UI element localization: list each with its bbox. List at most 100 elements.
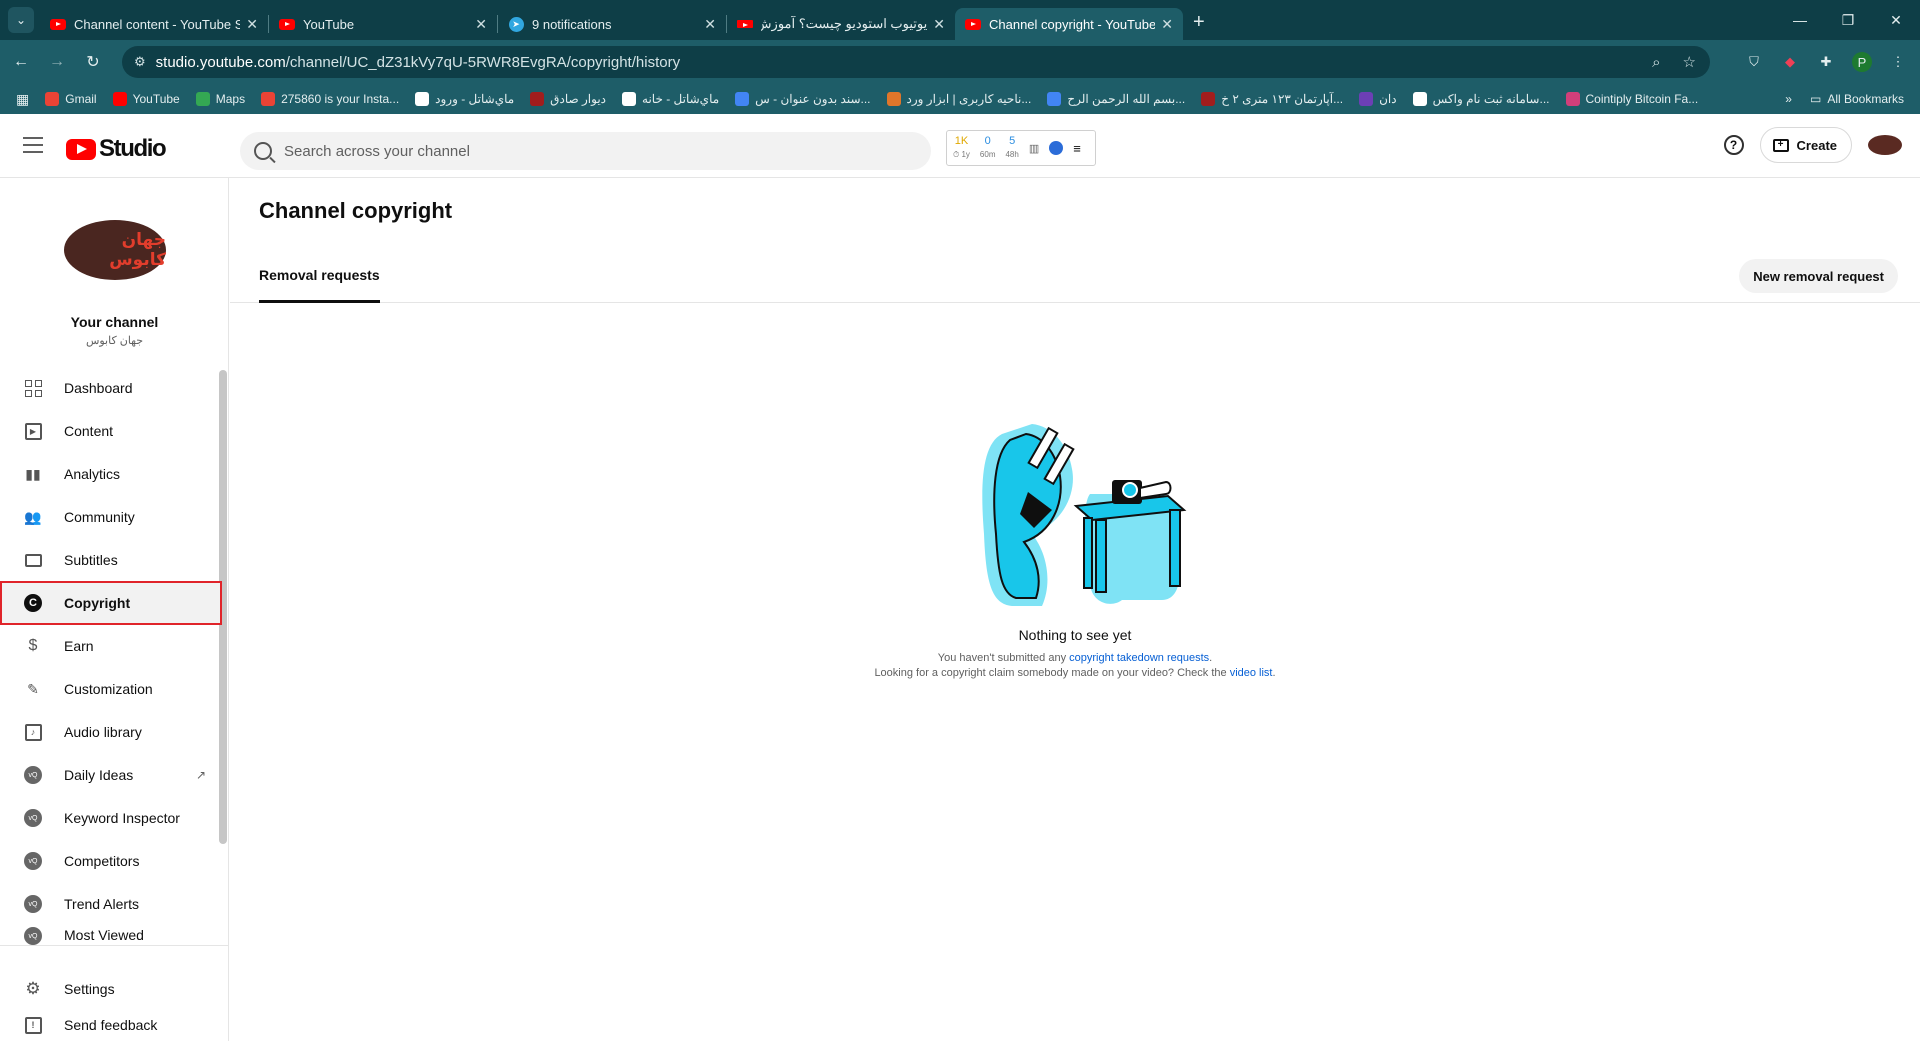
bookmark-item[interactable]: 275860 is your Insta... [261, 92, 399, 106]
sidebar-item-trend-alerts[interactable]: vQ Trend Alerts [0, 882, 222, 926]
youtube-favicon-icon [965, 16, 981, 32]
vidiq-logo-icon[interactable] [1049, 141, 1064, 155]
address-bar[interactable]: ⚙ studio.youtube.com/channel/UC_dZ31kVy7… [122, 46, 1710, 78]
bookmark-item[interactable]: Maps [195, 92, 245, 106]
help-icon[interactable]: ? [1723, 135, 1744, 155]
menu-hamburger-icon[interactable] [22, 134, 44, 156]
browser-tab-1[interactable]: Channel content - YouTube Stu ✕ [40, 8, 268, 40]
site-info-icon[interactable]: ⚙ [134, 54, 146, 70]
create-label: Create [1796, 137, 1837, 153]
all-bookmarks-button[interactable]: ▭ All Bookmarks [1810, 92, 1904, 106]
create-button[interactable]: + Create [1759, 127, 1852, 163]
shield-extension-icon[interactable]: ⛉ [1744, 52, 1764, 72]
bookmark-item[interactable]: ماي‌شاتل - ورود [415, 92, 514, 106]
studio-header: Studio 1K ⏱ 1y 0 60m 5 48h ▥ ≡ ? + Creat… [0, 114, 1920, 178]
profile-avatar[interactable]: P [1852, 52, 1872, 72]
bookmark-star-icon[interactable]: ☆ [1683, 53, 1696, 71]
studio-logo[interactable]: Studio [66, 135, 167, 163]
browser-tab-strip: ⌄ Channel content - YouTube Stu ✕ YouTub… [0, 0, 1920, 40]
bookmark-label: ماي‌شاتل - ورود [435, 92, 515, 106]
minimize-icon[interactable]: — [1776, 0, 1824, 40]
bookmark-favicon-icon [530, 92, 545, 106]
new-tab-button[interactable]: + [1193, 11, 1205, 34]
earn-icon: $ [28, 637, 38, 654]
extensions-puzzle-icon[interactable]: ✚ [1816, 52, 1836, 72]
tab-title: Channel copyright - YouTube St [989, 16, 1156, 32]
sidebar-item-customization[interactable]: ✎ Customization [0, 667, 222, 711]
sidebar-item-dashboard[interactable]: Dashboard [0, 366, 222, 410]
tab-title: یوتیوب استودیو چیست؟ آموزش [761, 16, 928, 31]
copyright-takedown-link[interactable]: copyright takedown requests [1069, 652, 1209, 664]
sidebar-item-analytics[interactable]: ▮▮ Analytics [0, 452, 222, 496]
bookmark-item[interactable]: ماي‌شاتل - خانه [622, 92, 719, 106]
sidebar-item-daily-ideas[interactable]: vQ Daily Ideas ↗ [0, 753, 222, 797]
back-icon[interactable]: ← [6, 47, 36, 77]
sidebar-item-keyword-inspector[interactable]: vQ Keyword Inspector [0, 796, 222, 840]
channel-avatar[interactable]: جهان کابوس [64, 220, 166, 280]
browser-tab-3[interactable]: ➤ 9 notifications ✕ [498, 8, 726, 40]
tab-search-dropdown[interactable]: ⌄ [8, 7, 34, 33]
close-tab-icon[interactable]: ✕ [1161, 16, 1173, 33]
empty-state-title: Nothing to see yet [1018, 627, 1132, 643]
reload-icon[interactable]: ↻ [78, 47, 108, 77]
url-host: studio.youtube.com [155, 53, 286, 71]
bookmark-item[interactable]: بسم الله الرحمن الرح... [1047, 92, 1185, 106]
close-tab-icon[interactable]: ✕ [704, 16, 716, 33]
vidiq-menu-icon[interactable]: ≡ [1073, 141, 1081, 156]
channel-search-box[interactable] [240, 132, 931, 170]
bookmark-item[interactable]: ناحیه کاربری | ابزار ورد... [886, 92, 1031, 106]
sidebar-item-settings[interactable]: ⚙ Settings [0, 967, 222, 1011]
browser-tab-active[interactable]: Channel copyright - YouTube St ✕ [955, 8, 1183, 40]
close-window-icon[interactable]: ✕ [1872, 0, 1920, 40]
youtube-favicon-icon [50, 16, 66, 32]
sidebar-item-label: Content [64, 423, 114, 439]
sidebar-item-content[interactable]: ▶ Content [0, 409, 222, 453]
vidiq-stat-period: ⏱ 1y [953, 150, 970, 159]
restore-icon[interactable]: ❐ [1824, 0, 1872, 40]
bookmark-label: سامانه ثبت نام واکس... [1432, 92, 1550, 106]
forward-icon[interactable]: → [42, 47, 72, 77]
sidebar-item-most-viewed[interactable]: vQ Most Viewed [0, 925, 222, 945]
video-list-link[interactable]: video list [1230, 667, 1273, 679]
close-tab-icon[interactable]: ✕ [246, 16, 258, 33]
sidebar-item-label: Community [64, 509, 135, 525]
pocket-extension-icon[interactable]: ◆ [1780, 52, 1800, 72]
close-tab-icon[interactable]: ✕ [475, 16, 487, 33]
new-removal-request-button[interactable]: New removal request [1739, 259, 1898, 293]
sidebar-item-label: Send feedback [64, 1017, 158, 1033]
bookmark-item[interactable]: YouTube [112, 92, 180, 106]
apps-grid-icon[interactable]: ▦ [16, 91, 29, 108]
sidebar-item-competitors[interactable]: vQ Competitors [0, 839, 222, 883]
zoom-icon[interactable]: ⌕ [1652, 54, 1660, 71]
browser-tab-2[interactable]: YouTube ✕ [269, 8, 497, 40]
sidebar-item-copyright[interactable]: C Copyright [0, 581, 222, 625]
bookmark-favicon-icon [1412, 92, 1427, 106]
sidebar-item-subtitles[interactable]: Subtitles [0, 538, 222, 582]
sidebar-item-send-feedback[interactable]: ! Send feedback [0, 1010, 222, 1040]
account-avatar[interactable] [1868, 135, 1902, 155]
bookmark-item[interactable]: Gmail [45, 92, 97, 106]
sidebar-item-earn[interactable]: $ Earn [0, 624, 222, 668]
vidiq-chart-icon[interactable]: ▥ [1029, 142, 1039, 155]
search-input[interactable] [284, 142, 884, 160]
bookmark-item[interactable]: آپارتمان ۱۲۳ متری ۲ خ... [1201, 92, 1343, 106]
vidiq-stats-widget[interactable]: 1K ⏱ 1y 0 60m 5 48h ▥ ≡ [946, 130, 1096, 166]
channel-name: جهان کابوس [85, 335, 144, 347]
bookmark-item[interactable]: سامانه ثبت نام واکس... [1412, 92, 1550, 106]
bookmark-favicon-icon [261, 92, 276, 106]
tab-removal-requests[interactable]: Removal requests [259, 249, 380, 303]
sidebar-item-audio-library[interactable]: ♪ Audio library [0, 710, 222, 754]
site-favicon-icon [737, 16, 753, 32]
bookmark-item[interactable]: Cointiply Bitcoin Fa... [1565, 92, 1698, 106]
browser-menu-icon[interactable]: ⋮ [1888, 52, 1908, 72]
sidebar-item-label: Dashboard [64, 380, 133, 396]
bookmarks-overflow-icon[interactable]: » [1785, 92, 1792, 106]
browser-tab-4[interactable]: یوتیوب استودیو چیست؟ آموزش ✕ [727, 8, 955, 40]
close-tab-icon[interactable]: ✕ [933, 16, 945, 33]
bookmark-item[interactable]: سند بدون عنوان - س... [735, 92, 871, 106]
bookmark-label: آپارتمان ۱۲۳ متری ۲ خ... [1221, 92, 1344, 106]
bookmark-item[interactable]: دان [1359, 92, 1397, 106]
sidebar-item-community[interactable]: 👥 Community [0, 495, 222, 539]
bookmark-item[interactable]: دیوار صادق [530, 92, 606, 106]
studio-sidebar: جهان کابوس Your channel جهان کابوس Dashb… [0, 178, 229, 1041]
